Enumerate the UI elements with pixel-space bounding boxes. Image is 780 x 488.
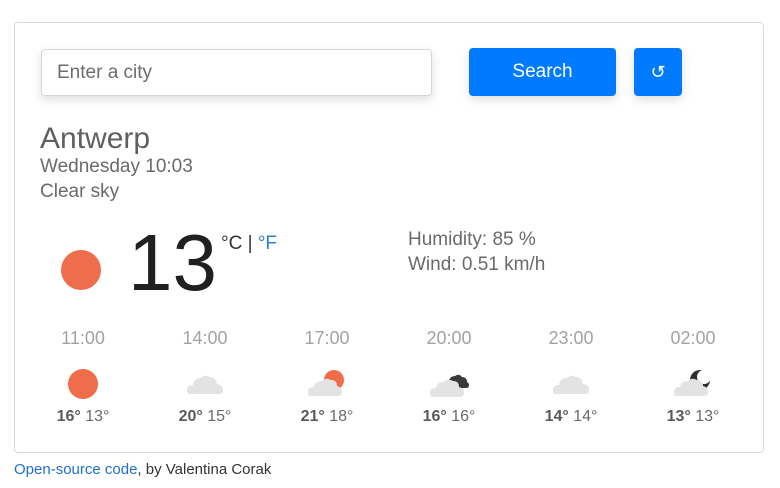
forecast-temps: 13° 13° bbox=[639, 408, 747, 426]
forecast-time: 14:00 bbox=[182, 328, 228, 348]
dark-clouds-icon bbox=[430, 374, 469, 397]
weather-description: Clear sky bbox=[40, 181, 120, 202]
forecast-max: 21° bbox=[300, 408, 325, 425]
city-name: Antwerp bbox=[40, 122, 151, 155]
location-button[interactable]: ↺ bbox=[634, 48, 682, 96]
forecast-min: 14° bbox=[573, 408, 598, 425]
forecast-item: 23:00 14° 14° bbox=[517, 328, 625, 426]
forecast-item: 20:00 16° 16° bbox=[395, 328, 503, 426]
forecast-item: 17:00 21° 18° bbox=[273, 328, 381, 426]
humidity: Humidity: 85 % bbox=[408, 229, 536, 250]
forecast-temps: 16° 13° bbox=[29, 408, 137, 426]
sun-icon bbox=[61, 250, 101, 290]
forecast-max: 13° bbox=[666, 408, 691, 425]
forecast-min: 16° bbox=[451, 408, 476, 425]
sun-icon bbox=[68, 369, 98, 399]
forecast-max: 20° bbox=[178, 408, 203, 425]
forecast-temps: 16° 16° bbox=[395, 408, 503, 426]
partly-sunny-icon bbox=[308, 370, 344, 396]
forecast-max: 14° bbox=[544, 408, 569, 425]
forecast-max: 16° bbox=[422, 408, 447, 425]
forecast-time: 02:00 bbox=[670, 328, 716, 348]
unit-separator: | bbox=[242, 233, 258, 254]
fahrenheit-link[interactable]: °F bbox=[258, 233, 277, 254]
current-temperature: 13 bbox=[128, 218, 217, 307]
forecast-item: 02:00 13° 13° bbox=[639, 328, 747, 426]
forecast-min: 15° bbox=[207, 408, 232, 425]
forecast-min: 13° bbox=[695, 408, 720, 425]
forecast-min: 13° bbox=[85, 408, 110, 425]
forecast-temps: 21° 18° bbox=[273, 408, 381, 426]
refresh-icon: ↺ bbox=[650, 61, 666, 83]
forecast-temps: 20° 15° bbox=[151, 408, 259, 426]
wind: Wind: 0.51 km/h bbox=[408, 254, 546, 275]
forecast-max: 16° bbox=[56, 408, 81, 425]
date-time: Wednesday 10:03 bbox=[40, 156, 193, 177]
forecast-temps: 14° 14° bbox=[517, 408, 625, 426]
forecast-time: 23:00 bbox=[548, 328, 594, 348]
celsius-unit: °C bbox=[221, 233, 243, 254]
partly-cloudy-night-icon bbox=[674, 370, 711, 396]
search-button[interactable]: Search bbox=[469, 48, 616, 96]
forecast-item: 11:00 16° 13° bbox=[29, 328, 137, 426]
open-source-link[interactable]: Open-source code bbox=[14, 461, 137, 478]
forecast-time: 20:00 bbox=[426, 328, 472, 348]
forecast-time: 11:00 bbox=[61, 328, 105, 348]
forecast-item: 14:00 20° 15° bbox=[151, 328, 259, 426]
forecast-min: 18° bbox=[329, 408, 354, 425]
footer: Open-source code, by Valentina Corak bbox=[14, 461, 271, 478]
forecast-time: 17:00 bbox=[304, 328, 350, 348]
cloud-icon bbox=[553, 375, 589, 394]
search-input[interactable] bbox=[41, 49, 432, 96]
cloud-icon bbox=[187, 375, 223, 394]
footer-author: , by Valentina Corak bbox=[137, 461, 272, 478]
weather-card: Search ↺ Antwerp Wednesday 10:03 Clear s… bbox=[14, 22, 764, 453]
unit-toggle: °C | °F bbox=[221, 233, 277, 255]
